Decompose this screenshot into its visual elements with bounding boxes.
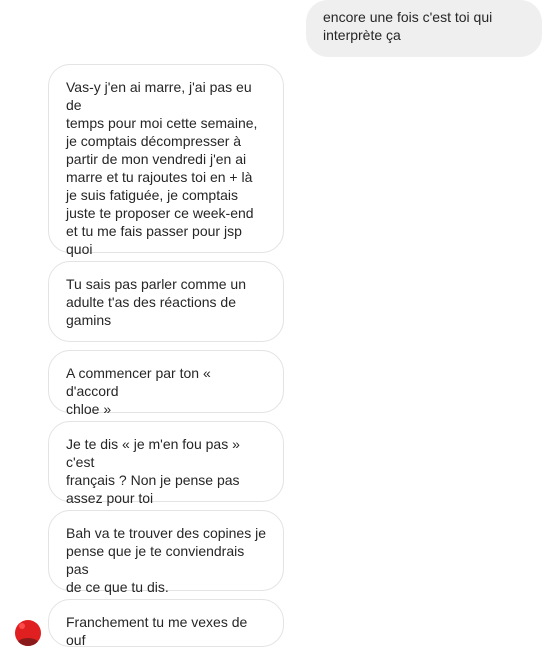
- message-thread: encore une fois c'est toi qui interprète…: [0, 0, 559, 653]
- avatar-shade: [17, 638, 39, 646]
- received-message[interactable]: Franchement tu me vexes de ouf: [48, 599, 284, 648]
- received-message[interactable]: Tu sais pas parler comme un adulte t'as …: [48, 261, 284, 342]
- received-message[interactable]: A commencer par ton « d'accord chloe »: [48, 350, 284, 417]
- received-message[interactable]: Bah va te trouver des copines je pense q…: [48, 510, 284, 595]
- sent-message[interactable]: encore une fois c'est toi qui interprète…: [306, 0, 542, 57]
- contact-avatar-icon[interactable]: [15, 620, 41, 646]
- received-message[interactable]: Vas-y j'en ai marre, j'ai pas eu de temp…: [48, 64, 284, 257]
- avatar-highlight: [19, 623, 25, 629]
- received-message[interactable]: Je te dis « je m'en fou pas » c'est fran…: [48, 421, 284, 506]
